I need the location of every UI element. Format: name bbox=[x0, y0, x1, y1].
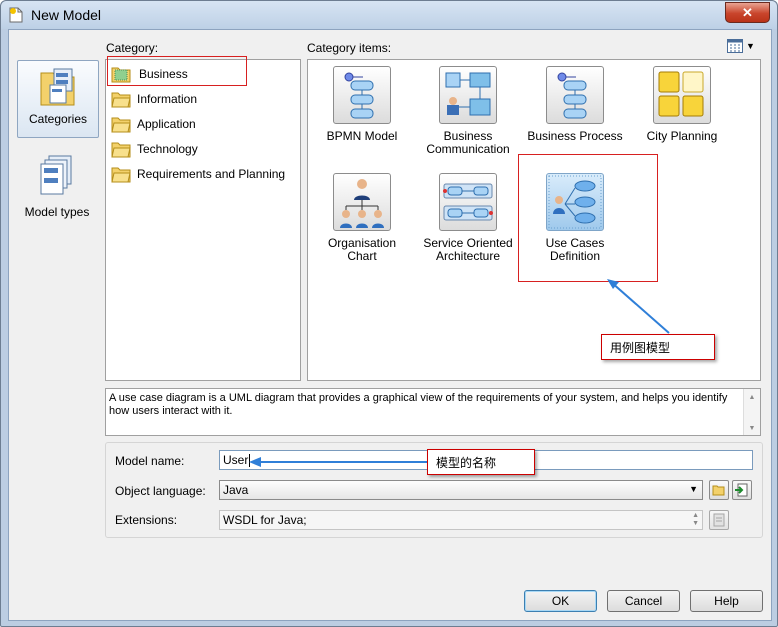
tile-label: Business Communication bbox=[426, 129, 510, 156]
model-name-label: Model name: bbox=[115, 454, 185, 468]
soa-icon bbox=[443, 183, 493, 221]
tile-city-planning[interactable]: City Planning bbox=[632, 66, 732, 143]
nav-model-types[interactable]: Model types bbox=[17, 154, 97, 222]
tile-label: Business Process bbox=[527, 129, 623, 143]
extensions-properties-button[interactable] bbox=[709, 510, 729, 530]
category-item-information[interactable]: Information bbox=[111, 88, 197, 110]
model-types-icon bbox=[40, 155, 72, 195]
browse-folder-button[interactable] bbox=[709, 480, 729, 500]
description-text: A use case diagram is a UML diagram that… bbox=[109, 392, 728, 417]
business-process-icon bbox=[557, 72, 587, 119]
callout-arrow bbox=[607, 279, 670, 334]
use-case-callout: 用例图模型 bbox=[601, 334, 715, 360]
category-item-application[interactable]: Application bbox=[111, 113, 196, 135]
category-item-label: Requirements and Planning bbox=[137, 167, 286, 181]
folder-open-icon bbox=[712, 485, 725, 496]
folder-icon bbox=[111, 92, 131, 108]
title-bar[interactable]: New Model ✕ bbox=[1, 1, 777, 29]
category-items-label: Category items: bbox=[307, 41, 392, 55]
city-planning-icon bbox=[658, 71, 704, 117]
object-language-select[interactable]: Java ▼ bbox=[219, 480, 703, 500]
category-item-label: Information bbox=[137, 92, 198, 106]
category-item-technology[interactable]: Technology bbox=[111, 138, 198, 160]
tile-label: Organisation Chart bbox=[327, 236, 397, 263]
tile-label: City Planning bbox=[646, 129, 718, 143]
folder-icon bbox=[111, 142, 131, 158]
nav-categories[interactable]: Categories bbox=[17, 60, 99, 138]
extensions-label: Extensions: bbox=[115, 513, 178, 527]
chevron-down-icon: ▼ bbox=[689, 484, 698, 494]
category-item-label: Technology bbox=[137, 142, 198, 156]
description-scrollbar[interactable]: ▲ ▼ bbox=[743, 389, 760, 435]
organisation-chart-icon bbox=[340, 179, 384, 228]
description-box: A use case diagram is a UML diagram that… bbox=[105, 388, 761, 436]
categories-icon bbox=[40, 68, 75, 106]
window-title: New Model bbox=[31, 7, 102, 23]
business-highlight-box bbox=[107, 56, 247, 86]
view-mode-icon bbox=[727, 39, 743, 53]
category-label: Category: bbox=[106, 41, 159, 55]
model-name-arrow bbox=[249, 457, 435, 467]
model-name-callout: 模型的名称 bbox=[427, 449, 535, 475]
properties-icon bbox=[713, 513, 725, 527]
close-button[interactable]: ✕ bbox=[725, 2, 770, 23]
category-item-label: Application bbox=[137, 117, 196, 131]
extensions-field[interactable]: WSDL for Java; ▲ ▼ bbox=[219, 510, 703, 530]
import-button[interactable] bbox=[732, 480, 752, 500]
tile-label: Service Oriented Architecture bbox=[423, 236, 513, 263]
new-document-icon bbox=[9, 7, 23, 23]
category-list[interactable]: Business Information Application Technol… bbox=[105, 59, 301, 381]
tile-organisation-chart[interactable]: Organisation Chart bbox=[312, 173, 412, 263]
folder-icon bbox=[111, 167, 131, 183]
business-communication-icon bbox=[445, 72, 491, 116]
help-button[interactable]: Help bbox=[690, 590, 763, 612]
folder-icon bbox=[111, 117, 131, 133]
cancel-button[interactable]: Cancel bbox=[607, 590, 680, 612]
object-language-value: Java bbox=[223, 483, 249, 497]
tile-business-communication[interactable]: Business Communication bbox=[418, 66, 518, 156]
new-model-dialog: New Model ✕ Categories Model types Categ… bbox=[0, 0, 778, 627]
spin-arrows-icon[interactable]: ▲ ▼ bbox=[692, 512, 699, 528]
import-icon bbox=[735, 483, 748, 497]
model-name-value: User bbox=[223, 453, 249, 467]
tile-label: BPMN Model bbox=[326, 129, 398, 143]
ok-button[interactable]: OK bbox=[524, 590, 597, 612]
nav-model-types-label: Model types bbox=[24, 205, 90, 219]
use-cases-highlight-box bbox=[518, 154, 658, 282]
dialog-body: Categories Model types Category: Busines… bbox=[8, 29, 772, 621]
category-item-requirements[interactable]: Requirements and Planning bbox=[111, 163, 285, 185]
nav-categories-label: Categories bbox=[28, 112, 88, 126]
extensions-value: WSDL for Java; bbox=[223, 513, 307, 527]
bpmn-model-icon bbox=[344, 72, 374, 119]
tile-bpmn-model[interactable]: BPMN Model bbox=[312, 66, 412, 143]
view-mode-button[interactable]: ▼ bbox=[727, 38, 757, 54]
object-language-label: Object language: bbox=[115, 484, 206, 498]
tile-service-oriented-architecture[interactable]: Service Oriented Architecture bbox=[418, 173, 518, 263]
tile-business-process[interactable]: Business Process bbox=[525, 66, 625, 143]
